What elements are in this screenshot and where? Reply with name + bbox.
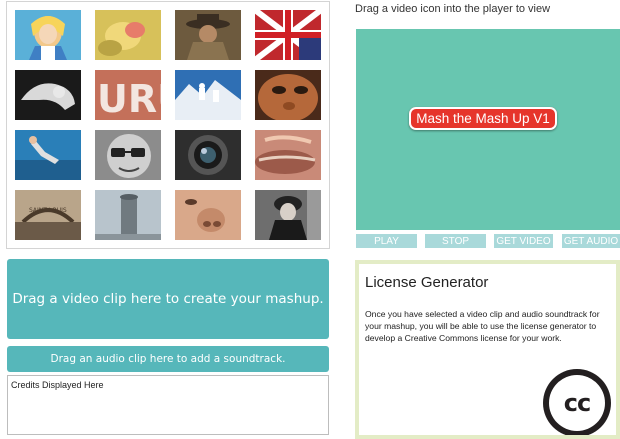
license-title: License Generator xyxy=(365,274,489,291)
glasses-man-icon xyxy=(95,130,161,180)
stop-button[interactable]: STOP xyxy=(425,234,486,248)
mountain-climber-icon xyxy=(175,70,241,120)
cc-logo-text: cc xyxy=(549,375,605,431)
player-instruction: Drag a video icon into the player to vie… xyxy=(355,3,551,15)
tower-icon xyxy=(95,190,161,240)
thumbnail-arch-city[interactable]: SAINT LOUIS xyxy=(15,190,81,240)
alice-icon xyxy=(15,10,81,60)
video-drop-zone[interactable]: Drag a video clip here to create your ma… xyxy=(7,259,329,339)
dancer-icon xyxy=(15,70,81,120)
thumbnail-woman-portrait[interactable] xyxy=(255,190,321,240)
lens-icon xyxy=(175,130,241,180)
nose-icon xyxy=(175,190,241,240)
thumbnail-alice[interactable] xyxy=(15,10,81,60)
thumbnail-tower[interactable] xyxy=(95,190,161,240)
play-button[interactable]: PLAY xyxy=(356,234,417,248)
face-closeup-icon xyxy=(255,70,321,120)
creative-commons-icon[interactable]: cc xyxy=(543,369,611,435)
detective-icon xyxy=(175,10,241,60)
diver-icon xyxy=(15,130,81,180)
thumbnail-flower[interactable] xyxy=(95,10,161,60)
video-drop-label: Drag a video clip here to create your ma… xyxy=(12,291,324,307)
license-description: Once you have selected a video clip and … xyxy=(365,309,600,344)
thumbnail-flag[interactable] xyxy=(255,10,321,60)
get-video-button[interactable]: GET VIDEO xyxy=(494,234,553,248)
thumbnail-glasses-man[interactable] xyxy=(95,130,161,180)
flag-icon xyxy=(255,10,321,60)
thumbnail-title-letters[interactable]: URU xyxy=(95,70,161,120)
arch-city-icon: SAINT LOUIS xyxy=(15,190,81,240)
get-audio-button[interactable]: GET AUDIO xyxy=(562,234,620,248)
svg-text:SAINT LOUIS: SAINT LOUIS xyxy=(29,207,67,214)
woman-portrait-icon xyxy=(255,190,321,240)
thumbnail-detective[interactable] xyxy=(175,10,241,60)
thumbnail-dancer[interactable] xyxy=(15,70,81,120)
thumbnail-face[interactable] xyxy=(255,70,321,120)
thumbnail-mouth[interactable] xyxy=(255,130,321,180)
audio-drop-label: Drag an audio clip here to add a soundtr… xyxy=(50,353,286,365)
credits-text: Credits Displayed Here xyxy=(11,380,104,390)
mouth-closeup-icon xyxy=(255,130,321,180)
thumbnail-mountain[interactable] xyxy=(175,70,241,120)
audio-drop-zone[interactable]: Drag an audio clip here to add a soundtr… xyxy=(7,346,329,372)
flower-icon xyxy=(95,10,161,60)
title-letters-icon: URU xyxy=(95,70,161,120)
video-thumbnail-grid: URU SAINT LOUIS xyxy=(6,1,330,249)
thumbnail-nose[interactable] xyxy=(175,190,241,240)
credits-field[interactable]: Credits Displayed Here xyxy=(7,375,329,435)
video-player[interactable]: Mash the Mash Up V1 xyxy=(356,29,620,230)
player-title-badge: Mash the Mash Up V1 xyxy=(409,107,557,130)
svg-text:URU: URU xyxy=(97,77,161,120)
thumbnail-diver[interactable] xyxy=(15,130,81,180)
thumbnail-lens[interactable] xyxy=(175,130,241,180)
license-generator-panel: License Generator Once you have selected… xyxy=(355,260,620,439)
